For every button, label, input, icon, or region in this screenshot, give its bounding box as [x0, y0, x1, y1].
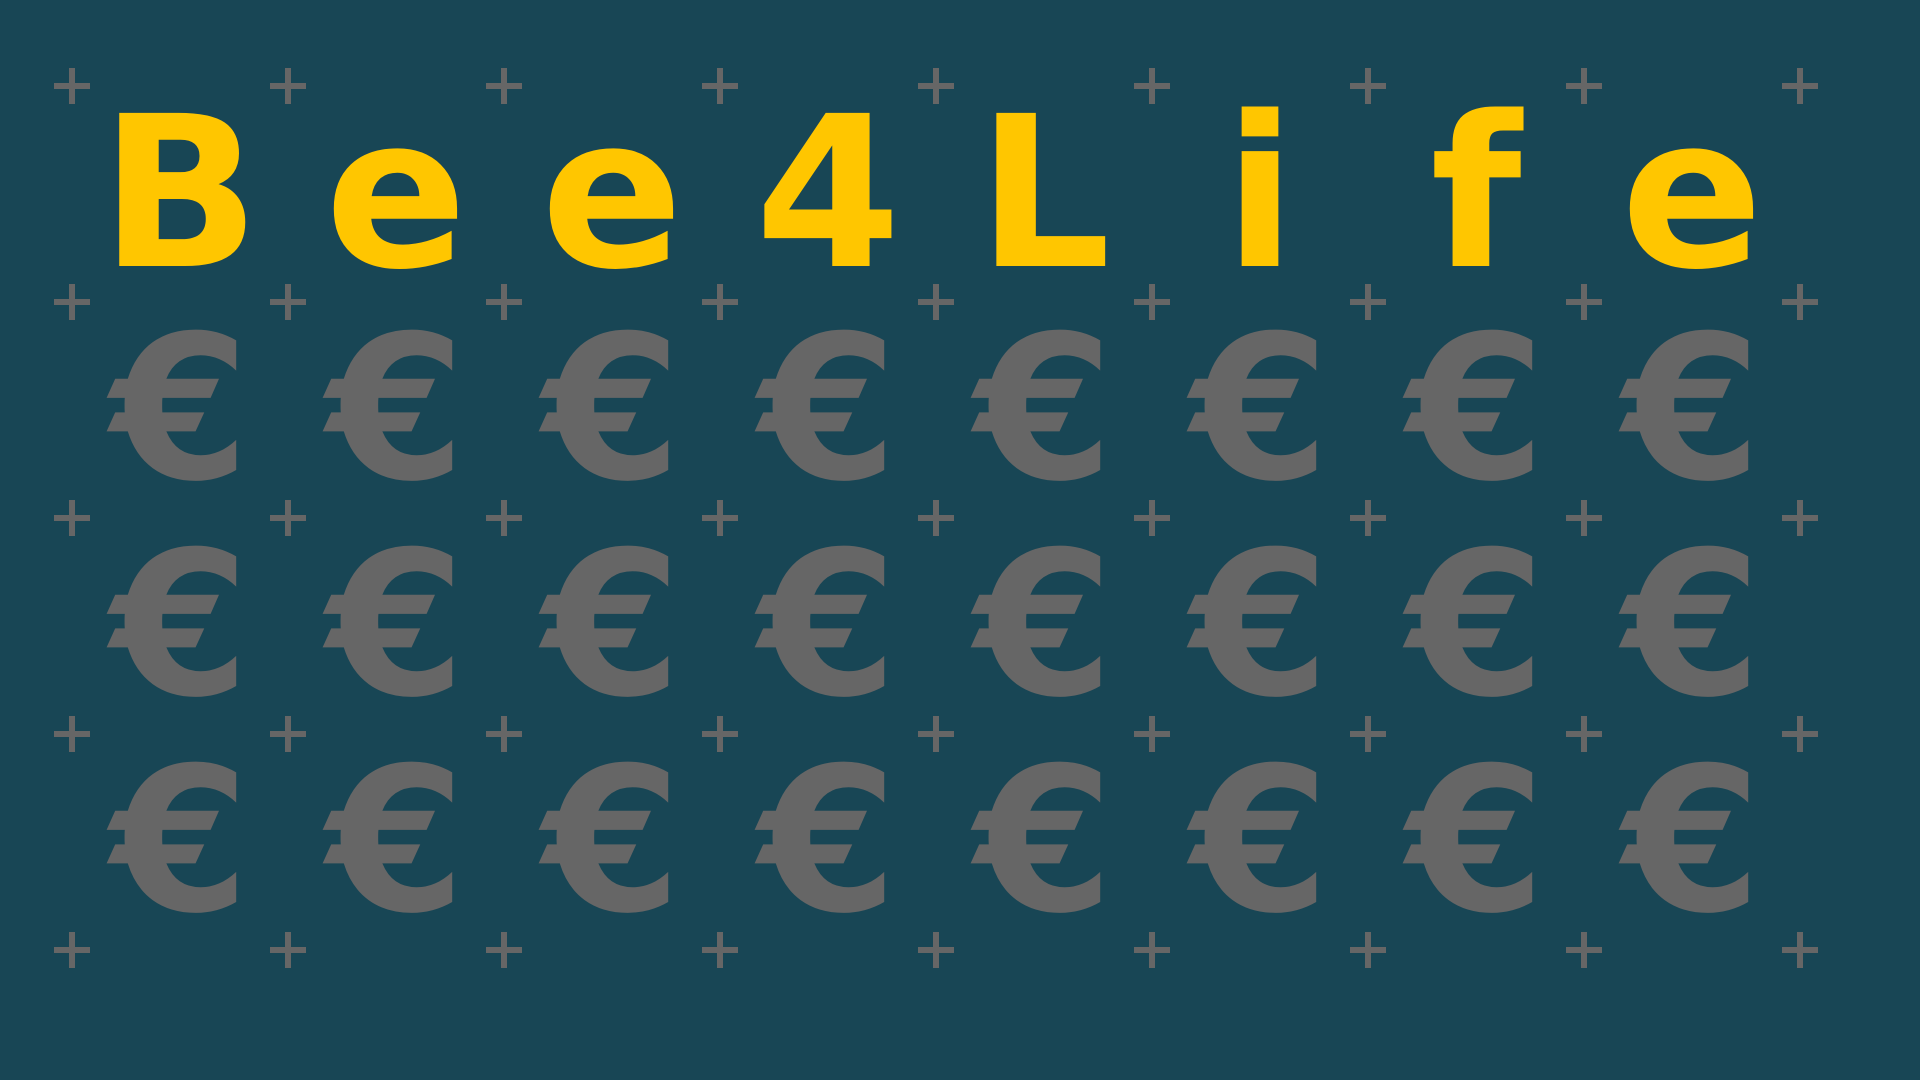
euro-sign: € [326, 509, 466, 742]
title-letter: 4 [754, 71, 902, 316]
euro-sign: € [974, 293, 1114, 526]
plus-icon [486, 716, 522, 752]
euro-sign: € [974, 509, 1114, 742]
plus-icon [54, 716, 90, 752]
plus-icon [1566, 284, 1602, 320]
euro-sign: € [110, 509, 250, 742]
plus-icon [1782, 716, 1818, 752]
plus-icon [702, 68, 738, 104]
plus-icon [54, 68, 90, 104]
euro-sign: € [1622, 293, 1762, 526]
plus-icon [1134, 68, 1170, 104]
plus-icon [1134, 932, 1170, 968]
plus-icon [1566, 68, 1602, 104]
plus-icon [1782, 68, 1818, 104]
euro-sign: € [110, 725, 250, 958]
plus-icon [1782, 932, 1818, 968]
plus-icon [702, 284, 738, 320]
plus-icon [486, 500, 522, 536]
plus-icon [1566, 716, 1602, 752]
plus-icon [54, 500, 90, 536]
plus-icon [1350, 932, 1386, 968]
plus-icon [54, 932, 90, 968]
title-letter: f [1430, 71, 1522, 316]
euro-sign: € [974, 725, 1114, 958]
euro-sign: € [758, 725, 898, 958]
plus-icon [1134, 500, 1170, 536]
plus-icon [486, 68, 522, 104]
plus-icon [1350, 716, 1386, 752]
euro-sign: € [326, 293, 466, 526]
euro-sign: € [1190, 725, 1330, 958]
euro-sign: € [1190, 509, 1330, 742]
plus-icon [918, 500, 954, 536]
euro-sign: € [1622, 509, 1762, 742]
plus-icon [486, 284, 522, 320]
euro-sign: € [542, 293, 682, 526]
plus-icon [1134, 284, 1170, 320]
plus-icon [702, 500, 738, 536]
euro-sign: € [542, 725, 682, 958]
title-letter: e [540, 71, 684, 316]
plus-icon [1350, 68, 1386, 104]
plus-icon [270, 932, 306, 968]
plus-icon [1350, 500, 1386, 536]
plus-icon [702, 716, 738, 752]
euro-sign: € [1622, 725, 1762, 958]
title-letter: e [1620, 71, 1764, 316]
canvas: Be e 4 Li f e € € € € € € € € € € € € € € € € € € € € € € € € [0, 0, 1920, 1080]
euro-sign: € [1406, 509, 1546, 742]
plus-icon [486, 932, 522, 968]
title-letter: i [1224, 71, 1296, 316]
plus-icon [270, 284, 306, 320]
euro-sign: € [758, 509, 898, 742]
plus-icon [1350, 284, 1386, 320]
plus-icon [1134, 716, 1170, 752]
plus-icon [54, 284, 90, 320]
plus-icon [270, 716, 306, 752]
plus-icon [702, 932, 738, 968]
plus-icon [1566, 932, 1602, 968]
plus-icon [918, 932, 954, 968]
euro-sign: € [326, 725, 466, 958]
euro-sign: € [1190, 293, 1330, 526]
plus-icon [270, 500, 306, 536]
plus-icon [1782, 284, 1818, 320]
euro-sign: € [110, 293, 250, 526]
plus-icon [918, 716, 954, 752]
title-letter: e [324, 71, 468, 316]
title-letter: L [977, 71, 1111, 316]
euro-sign: € [1406, 293, 1546, 526]
plus-icon [1566, 500, 1602, 536]
plus-icon [918, 284, 954, 320]
title-letter: B [99, 71, 261, 316]
plus-icon [1782, 500, 1818, 536]
euro-sign: € [758, 293, 898, 526]
euro-sign: € [542, 509, 682, 742]
plus-icon [270, 68, 306, 104]
euro-sign: € [1406, 725, 1546, 958]
plus-icon [918, 68, 954, 104]
